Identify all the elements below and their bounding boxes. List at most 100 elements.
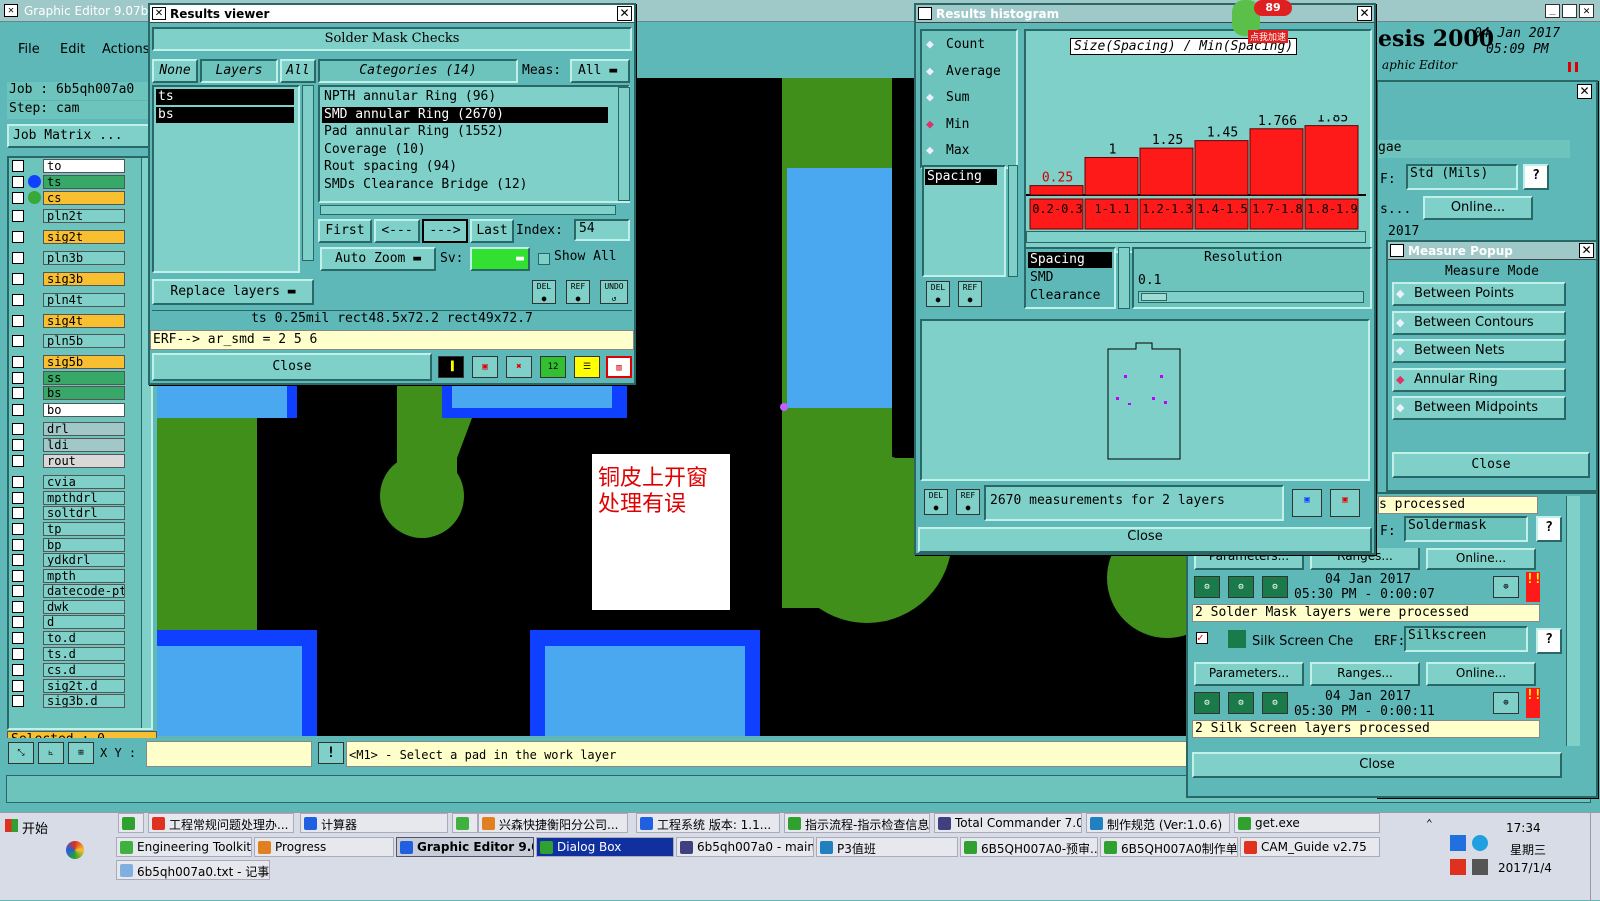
layer-row[interactable]: dwk xyxy=(10,600,130,614)
stat-option[interactable]: ◆ Min xyxy=(926,117,1016,135)
run-icon-1[interactable]: ⚙ xyxy=(1194,576,1220,598)
layer-row[interactable]: mpth xyxy=(10,569,130,583)
layer-checkbox[interactable] xyxy=(12,372,24,384)
grid-icon[interactable]: ⊞ xyxy=(68,742,94,764)
measure-close-icon[interactable]: ✕ xyxy=(1579,243,1594,258)
layer-row[interactable]: to.d xyxy=(10,631,130,645)
all-layers-button[interactable]: All xyxy=(280,59,316,83)
layer-row[interactable]: datecode-pte xyxy=(10,584,130,598)
histogram-close-icon[interactable]: ✕ xyxy=(1357,6,1372,21)
category-item[interactable]: NPTH annular Ring (96) xyxy=(322,89,608,105)
type-clearance[interactable]: Clearance xyxy=(1030,288,1100,303)
online-button-3[interactable]: Online... xyxy=(1426,662,1536,686)
results-layer-item[interactable]: bs xyxy=(156,107,294,123)
checklist-close-icon[interactable]: ✕ xyxy=(1577,84,1592,99)
layer-row[interactable]: ss xyxy=(10,371,130,385)
layer-row[interactable]: drl xyxy=(10,422,130,436)
category-item[interactable]: SMD annular Ring (2670) xyxy=(322,106,608,123)
units-field[interactable]: Std (Mils) xyxy=(1406,164,1518,190)
xy-input[interactable] xyxy=(146,741,312,767)
category-hscroll[interactable] xyxy=(320,205,616,215)
taskbar-button[interactable]: P3值班 xyxy=(816,837,958,857)
layer-checkbox[interactable] xyxy=(12,664,24,676)
layer-row[interactable]: pln5b xyxy=(10,334,130,348)
results-menu-icon[interactable]: ✕ xyxy=(152,7,166,20)
layer-row[interactable]: bs xyxy=(10,386,130,400)
layer-row[interactable]: sig5b xyxy=(10,355,130,369)
layer-checkbox[interactable] xyxy=(12,455,24,467)
replace-layers-select[interactable]: Replace layers ▬ xyxy=(152,279,314,305)
layer-row[interactable]: bp xyxy=(10,538,130,552)
zoom-box-icon[interactable]: ⤡ xyxy=(8,742,34,764)
taskbar-button[interactable] xyxy=(452,813,478,833)
measure-option[interactable]: ◆ Between Contours xyxy=(1392,310,1566,335)
histogram-bar[interactable] xyxy=(1029,185,1084,196)
del-icon-hist[interactable]: DEL ● xyxy=(926,281,950,307)
screen-icon[interactable]: ▣ xyxy=(472,356,498,378)
measure-option[interactable]: ◆ Between Midpoints xyxy=(1392,396,1566,420)
layer-row[interactable]: to xyxy=(10,159,130,173)
layer-row[interactable]: sig3b.d xyxy=(10,694,130,708)
layer-row[interactable]: pln2t xyxy=(10,209,130,223)
ref-icon-hist[interactable]: REF ● xyxy=(958,281,982,307)
histogram-menu-icon[interactable]: ✕ xyxy=(918,7,932,20)
checklist-scrollbar[interactable] xyxy=(1566,496,1580,746)
resolution-slider[interactable] xyxy=(1138,291,1364,303)
ss-check[interactable]: ✓ xyxy=(1196,632,1208,644)
measure-titlebar[interactable]: ✕ Measure Popup xyxy=(1388,242,1596,260)
erf-soldermask-field[interactable]: Soldermask xyxy=(1404,516,1528,542)
print-icon[interactable]: ▣ xyxy=(1330,489,1360,517)
category-vscroll[interactable] xyxy=(618,87,630,201)
layer-checkbox[interactable] xyxy=(12,648,24,660)
undo-icon-results[interactable]: UNDO ↺ xyxy=(600,280,628,304)
stat-option[interactable]: ◆ Count xyxy=(926,37,1016,55)
layer-row[interactable]: pln3b xyxy=(10,251,130,265)
del-icon-hist2[interactable]: DEL ● xyxy=(924,489,948,515)
zoom-icon-1[interactable]: ⊕ xyxy=(1493,576,1519,598)
layer-row[interactable]: cs.d xyxy=(10,663,130,677)
show-desktop-button[interactable] xyxy=(1590,813,1600,901)
stat-option[interactable]: ◆ Sum xyxy=(926,90,1016,108)
tray-icon-2[interactable] xyxy=(1472,835,1488,851)
help-button-1[interactable]: ? xyxy=(1523,164,1549,190)
layer-checkbox[interactable] xyxy=(12,476,24,488)
chart-hscroll[interactable] xyxy=(1026,231,1366,243)
layer-checkbox[interactable] xyxy=(12,507,24,519)
next-button[interactable]: ---> xyxy=(422,219,468,243)
type-scroll[interactable] xyxy=(1118,247,1130,309)
ranges-button-2[interactable]: Ranges... xyxy=(1310,662,1420,686)
layer-row[interactable]: ydkdrl xyxy=(10,553,130,567)
menu-file[interactable]: File xyxy=(18,42,40,57)
layer-row[interactable]: ts.d xyxy=(10,647,130,661)
layer-checkbox[interactable] xyxy=(12,423,24,435)
pause-icon[interactable] xyxy=(1568,62,1578,72)
layer-checkbox[interactable] xyxy=(12,570,24,582)
first-button[interactable]: First xyxy=(318,219,372,243)
run-icon-2[interactable]: ⚙ xyxy=(1228,576,1254,598)
auto-zoom-select[interactable]: Auto Zoom ▬ xyxy=(320,247,436,271)
results-close-icon[interactable]: ✕ xyxy=(617,6,632,21)
measure-icon[interactable]: ⦜ xyxy=(38,742,64,764)
layer-checkbox[interactable] xyxy=(12,632,24,644)
layer-row[interactable]: cs xyxy=(10,191,130,205)
taskbar-button[interactable]: Dialog Box xyxy=(536,837,674,857)
layer-checkbox[interactable] xyxy=(12,160,24,172)
layer-checkbox[interactable] xyxy=(12,294,24,306)
taskbar-button[interactable]: Engineering Toolkit 9.... xyxy=(116,837,252,857)
ref-icon-results[interactable]: REF ● xyxy=(566,280,590,304)
layer-row[interactable]: sig2t xyxy=(10,230,130,244)
category-item[interactable]: Coverage (10) xyxy=(322,142,608,158)
erase-icon[interactable]: ✖ xyxy=(506,356,532,378)
zoom-icon-2[interactable]: ⊕ xyxy=(1493,692,1519,714)
taskbar-button[interactable]: CAM_Guide v2.75 xyxy=(1240,837,1380,857)
show-all-checkbox[interactable] xyxy=(538,253,550,265)
flag-icon[interactable]: ▐ xyxy=(438,356,464,378)
layer-row[interactable]: sig3b xyxy=(10,272,130,286)
histogram-close-button[interactable]: Close xyxy=(918,527,1372,553)
layer-checkbox[interactable] xyxy=(12,601,24,613)
results-layer-item[interactable]: ts xyxy=(156,89,294,105)
measure-option[interactable]: ◆ Between Nets xyxy=(1392,339,1566,363)
help-button-3[interactable]: ? xyxy=(1536,628,1562,654)
layer-checkbox[interactable] xyxy=(12,335,24,347)
taskbar-button[interactable]: 6b5qh007a0 - main_qa xyxy=(676,837,814,857)
